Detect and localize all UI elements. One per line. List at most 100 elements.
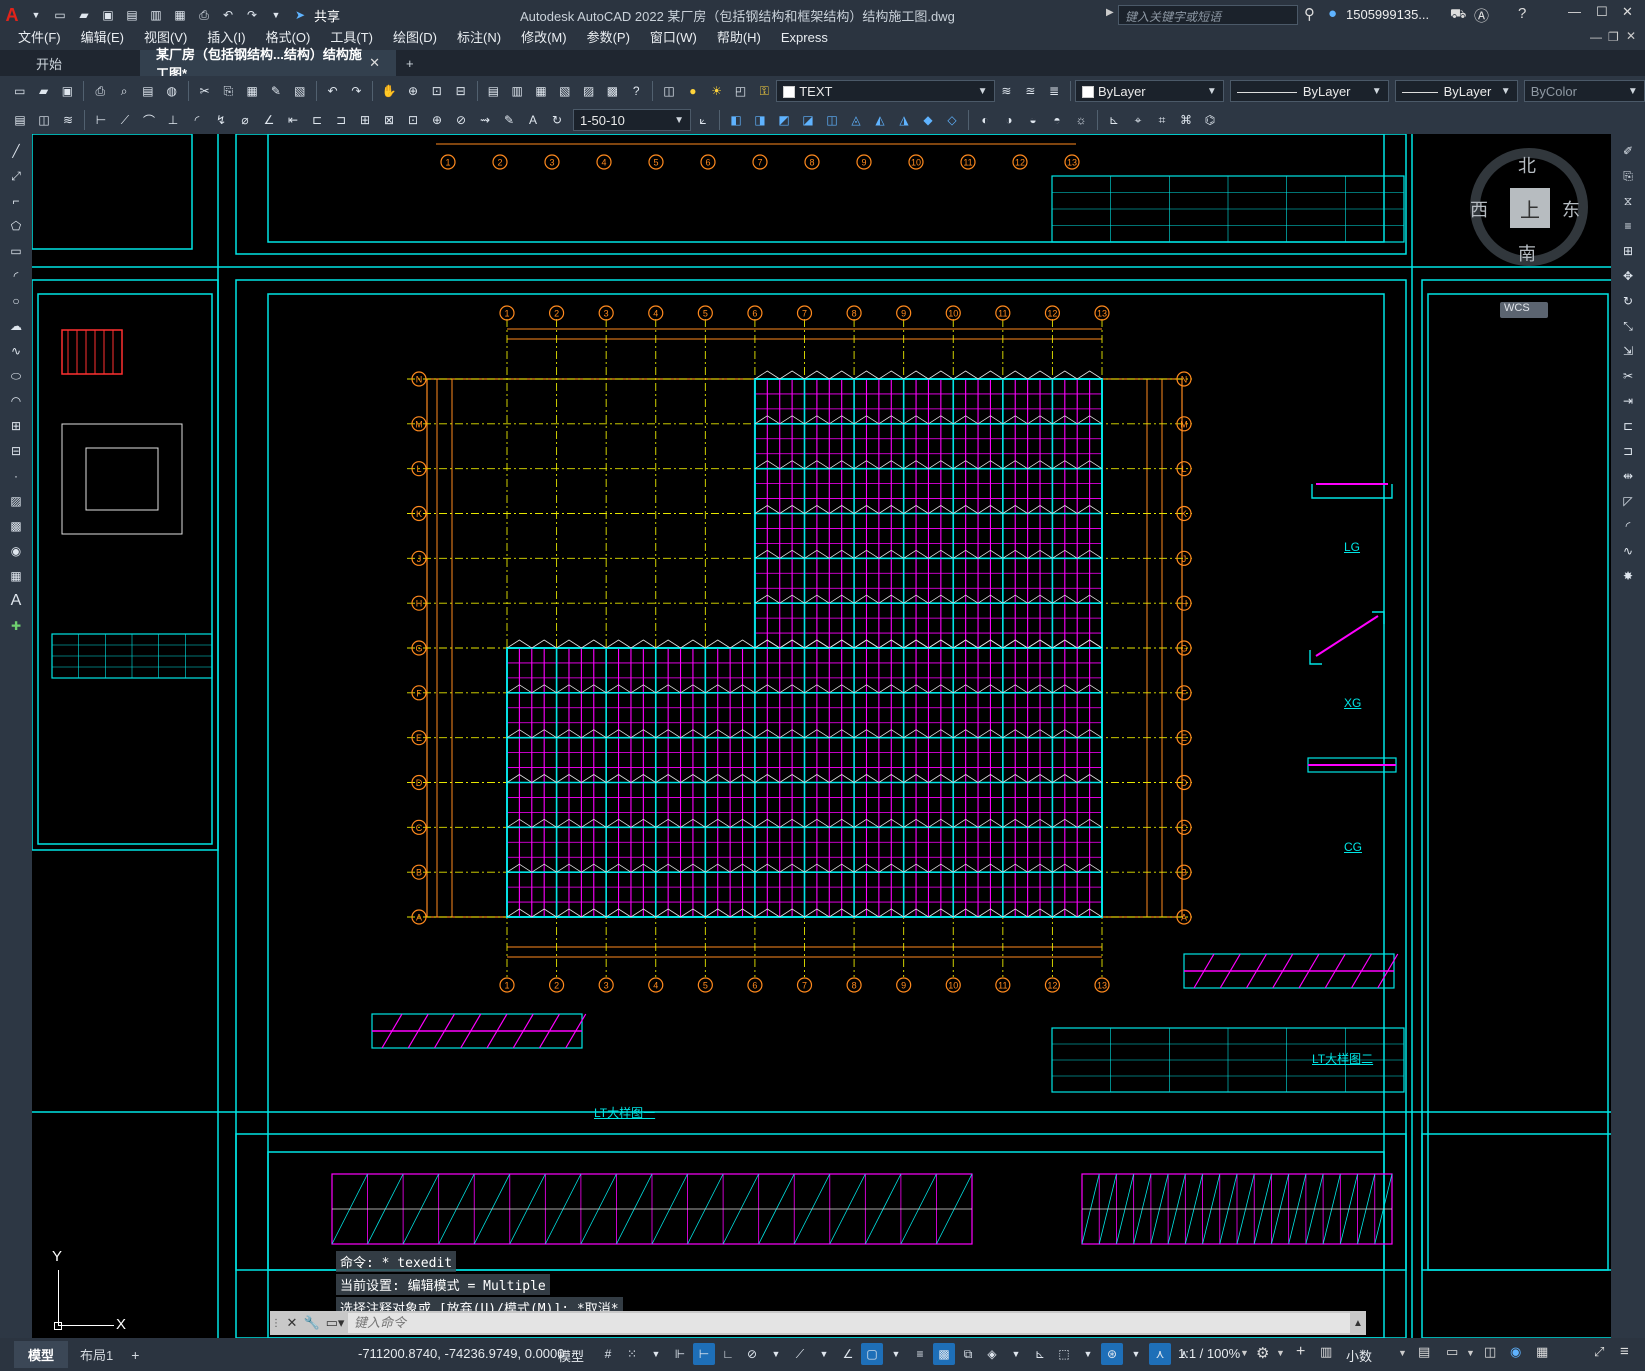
- dim-text-edit-icon[interactable]: A: [522, 109, 544, 131]
- qnew-icon[interactable]: ▭: [9, 80, 31, 102]
- dim-continue-icon[interactable]: ⊐: [330, 109, 352, 131]
- app-menu-chevron-icon[interactable]: ▼: [25, 4, 47, 26]
- layer-walk-icon[interactable]: ≋: [57, 109, 79, 131]
- customize-status-icon[interactable]: ≡: [1620, 1343, 1629, 1360]
- polygon-icon[interactable]: ⬠: [5, 215, 27, 237]
- plot-icon[interactable]: ⎙: [193, 4, 215, 26]
- chamfer-icon[interactable]: ◸: [1617, 490, 1639, 512]
- dim-angular-icon[interactable]: ∠: [258, 109, 280, 131]
- markup-icon[interactable]: ▨: [578, 80, 600, 102]
- dim-baseline-icon[interactable]: ⊏: [306, 109, 328, 131]
- revcloud-icon[interactable]: ☁: [5, 315, 27, 337]
- layer-viewport-icon[interactable]: ◰: [730, 80, 752, 102]
- zoom-previous-icon[interactable]: ⊟: [450, 80, 472, 102]
- mtext-icon[interactable]: A: [5, 590, 27, 612]
- qsave-icon[interactable]: ▣: [57, 80, 79, 102]
- match-properties-icon[interactable]: ✎: [265, 80, 287, 102]
- trim-icon[interactable]: ✂: [1617, 365, 1639, 387]
- tolerance-icon[interactable]: ⊡: [402, 109, 424, 131]
- ucs-world-icon[interactable]: ⌖: [1127, 109, 1149, 131]
- gizmo-chevron-icon[interactable]: ▼: [1125, 1343, 1147, 1365]
- grid-icon[interactable]: #: [597, 1343, 619, 1365]
- compass-west[interactable]: 西: [1470, 196, 1488, 222]
- autocad-logo-icon[interactable]: A: [1, 4, 23, 26]
- share-icon[interactable]: ➤: [289, 4, 311, 26]
- search-chevron-icon[interactable]: ▶: [1106, 7, 1114, 18]
- scale-icon[interactable]: ⤡: [1617, 315, 1639, 337]
- coordinates-readout[interactable]: -711200.8740, -74236.9749, 0.0000: [358, 1346, 565, 1361]
- drawing-canvas[interactable]: 1 1 2 2 3 3 4 4 5 5 6 6 7 7 8 8 9 9 10 10 11 11 12 12 13 13 N N M M L L…: [32, 134, 1611, 1338]
- move-icon[interactable]: ✥: [1617, 265, 1639, 287]
- copy-object-icon[interactable]: ⎘: [1617, 165, 1639, 187]
- model-space-toggle[interactable]: 模型: [558, 1346, 584, 1365]
- layer-select[interactable]: TEXT ▼: [776, 80, 995, 102]
- calculator-icon[interactable]: ▩: [602, 80, 624, 102]
- undo-icon[interactable]: ↶: [322, 80, 344, 102]
- layer-state-icon[interactable]: ≣: [1043, 80, 1065, 102]
- close-icon[interactable]: ✕: [1622, 4, 1633, 20]
- plotstyle-select[interactable]: ByColor ▼: [1523, 80, 1645, 102]
- table-icon[interactable]: ▦: [5, 565, 27, 587]
- spline-icon[interactable]: ∿: [5, 340, 27, 362]
- polyline-icon[interactable]: ⌐: [5, 190, 27, 212]
- dim-ordinate-icon[interactable]: ⊥: [162, 109, 184, 131]
- dim-break-icon[interactable]: ⊠: [378, 109, 400, 131]
- fillet-icon[interactable]: ◜: [1617, 515, 1639, 537]
- annotation-scale[interactable]: 1:1 / 100%: [1178, 1346, 1240, 1361]
- paste-icon[interactable]: ▦: [241, 80, 263, 102]
- doc-restore-icon[interactable]: ❐: [1608, 30, 1619, 44]
- layer-properties-icon[interactable]: ◫: [658, 80, 680, 102]
- dim-linear-icon[interactable]: ⊢: [90, 109, 112, 131]
- undo-icon[interactable]: ↶: [217, 4, 239, 26]
- dim-update-icon[interactable]: ↻: [546, 109, 568, 131]
- infer-constraints-icon[interactable]: ⊩: [669, 1343, 691, 1365]
- linetype-select[interactable]: ByLayer ▼: [1229, 80, 1389, 102]
- plot-preview-icon[interactable]: ⌕: [113, 80, 135, 102]
- dynamic-input-icon[interactable]: ⊢: [693, 1343, 715, 1365]
- lineweight-toggle-icon[interactable]: ≡: [909, 1343, 931, 1365]
- selection-cycling-icon[interactable]: ⧉: [957, 1343, 979, 1365]
- command-chevron-icon[interactable]: ▲: [1350, 1318, 1366, 1329]
- redo-icon[interactable]: ↷: [345, 80, 367, 102]
- annotation-monitor-icon[interactable]: +: [1296, 1343, 1305, 1361]
- graphics-perf-chevron-icon[interactable]: ▼: [1466, 1348, 1475, 1358]
- object-snap-tracking-icon[interactable]: ∠: [837, 1343, 859, 1365]
- new-file-icon[interactable]: ▭: [49, 4, 71, 26]
- doc-minimize-icon[interactable]: —: [1590, 30, 1602, 44]
- properties-icon[interactable]: ▤: [482, 80, 504, 102]
- tab-layout1[interactable]: 布局1: [68, 1341, 125, 1368]
- stretch-icon[interactable]: ⇲: [1617, 340, 1639, 362]
- open-file-icon[interactable]: ▰: [73, 4, 95, 26]
- menu-express[interactable]: Express: [771, 26, 838, 50]
- dim-style-select[interactable]: 1-50-10 ▼: [573, 109, 691, 131]
- arc-icon[interactable]: ◜: [5, 265, 27, 287]
- open-icon[interactable]: ▰: [33, 80, 55, 102]
- view-iso-sw-icon[interactable]: ◭: [869, 109, 891, 131]
- view-top-icon[interactable]: ◫: [821, 109, 843, 131]
- menu-help[interactable]: 帮助(H): [707, 26, 771, 50]
- add-selected-icon[interactable]: ✚: [5, 615, 27, 637]
- ucs-face-icon[interactable]: ⌘: [1175, 109, 1197, 131]
- units-value[interactable]: 小数: [1346, 1346, 1372, 1365]
- dim-jogged-icon[interactable]: ↯: [210, 109, 232, 131]
- sheet-set-icon[interactable]: ▧: [554, 80, 576, 102]
- design-center-icon[interactable]: ▥: [506, 80, 528, 102]
- construction-line-icon[interactable]: ⤢: [5, 165, 27, 187]
- object-snap-icon[interactable]: ▢: [861, 1343, 883, 1365]
- polar-icon[interactable]: ⊘: [741, 1343, 763, 1365]
- print-icon[interactable]: ⎙: [89, 80, 111, 102]
- wcs-menu[interactable]: WCS: [1500, 302, 1548, 318]
- quick-access-chevron-icon[interactable]: ▼: [265, 4, 287, 26]
- minimize-icon[interactable]: —: [1568, 4, 1581, 19]
- ucs-object-icon[interactable]: ⌬: [1199, 109, 1221, 131]
- command-line-grip-icon[interactable]: ⋮: [270, 1318, 282, 1329]
- workspace-gear-icon[interactable]: ⚙: [1256, 1344, 1269, 1362]
- view-iso-se-icon[interactable]: ◮: [893, 109, 915, 131]
- erase-icon[interactable]: ✐: [1617, 140, 1639, 162]
- copy-icon[interactable]: ⎘: [217, 80, 239, 102]
- workspace-icon[interactable]: ▤: [9, 109, 31, 131]
- dim-diameter-icon[interactable]: ⌀: [234, 109, 256, 131]
- clean-screen-icon[interactable]: ▦: [1536, 1344, 1548, 1360]
- make-block-icon[interactable]: ⊟: [5, 440, 27, 462]
- viewcube[interactable]: 北 南 东 西 上: [1470, 148, 1588, 266]
